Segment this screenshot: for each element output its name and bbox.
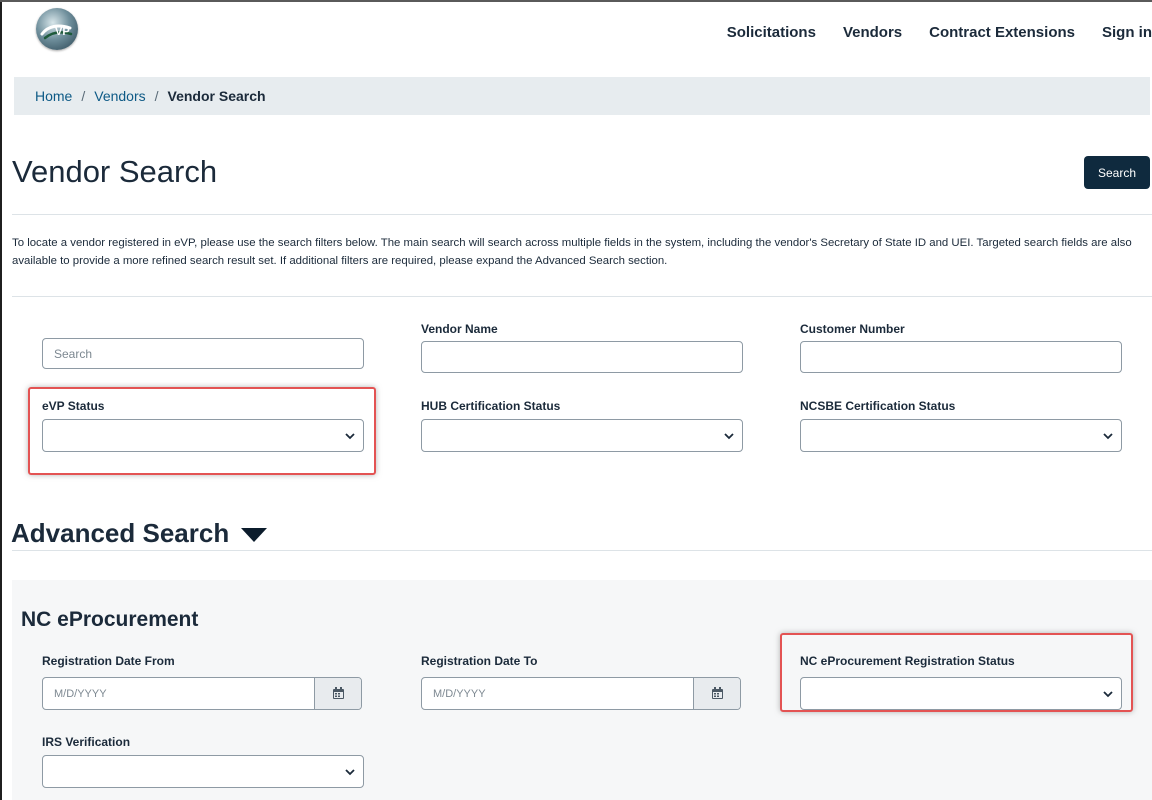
breadcrumb-home[interactable]: Home [35,88,72,104]
breadcrumb: Home / Vendors / Vendor Search [14,77,1150,115]
nav-vendors[interactable]: Vendors [843,24,902,41]
nav-solicitations[interactable]: Solicitations [727,24,816,41]
divider [12,296,1152,297]
search-button[interactable]: Search [1084,156,1150,189]
reg-date-to-label: Registration Date To [421,654,538,668]
breadcrumb-separator: / [81,88,86,104]
reg-date-to-input[interactable] [422,678,704,709]
divider [12,214,1152,215]
breadcrumb-separator: / [154,88,159,104]
irs-verification-select[interactable] [42,755,364,788]
vendor-name-input[interactable] [421,341,743,373]
main-search-input[interactable] [42,338,364,369]
nav-contract-extensions[interactable]: Contract Extensions [929,24,1075,41]
chevron-down-icon [724,433,734,440]
intro-text: To locate a vendor registered in eVP, pl… [12,237,1132,267]
irs-verification-label: IRS Verification [42,735,131,749]
nav-sign-in[interactable]: Sign in [1102,24,1152,41]
reg-date-from-field [42,677,362,710]
advanced-search-title: Advanced Search [11,518,230,548]
reg-date-from-label: Registration Date From [42,654,175,668]
caret-down-icon [241,528,268,542]
divider [12,550,1152,551]
nav-links: Solicitations Vendors Contract Extension… [727,24,1152,41]
advanced-search-toggle[interactable]: Advanced Search [11,518,268,549]
calendar-icon[interactable] [314,678,361,709]
vendor-name-label: Vendor Name [421,322,498,336]
reg-date-from-input[interactable] [43,678,325,709]
hub-status-select[interactable] [421,419,743,452]
svg-text:VP: VP [55,26,70,38]
ncsbe-status-select[interactable] [800,419,1122,452]
highlight-box [28,387,376,475]
customer-number-label: Customer Number [800,322,905,336]
ncsbe-status-label: NCSBE Certification Status [800,399,956,413]
chevron-down-icon [345,769,355,776]
top-navigation: VP Solicitations Vendors Contract Extens… [2,2,1152,62]
calendar-icon[interactable] [693,678,740,709]
evp-logo-icon[interactable]: VP [36,8,78,50]
section-title: NC eProcurement [21,608,199,631]
window-border-left [0,0,2,800]
hub-status-label: HUB Certification Status [421,399,561,413]
highlight-box [780,633,1133,712]
chevron-down-icon [1103,433,1113,440]
customer-number-input[interactable] [800,341,1122,373]
reg-date-to-field [421,677,741,710]
breadcrumb-current: Vendor Search [167,88,266,104]
page-title: Vendor Search [12,154,218,189]
breadcrumb-vendors[interactable]: Vendors [94,88,145,104]
